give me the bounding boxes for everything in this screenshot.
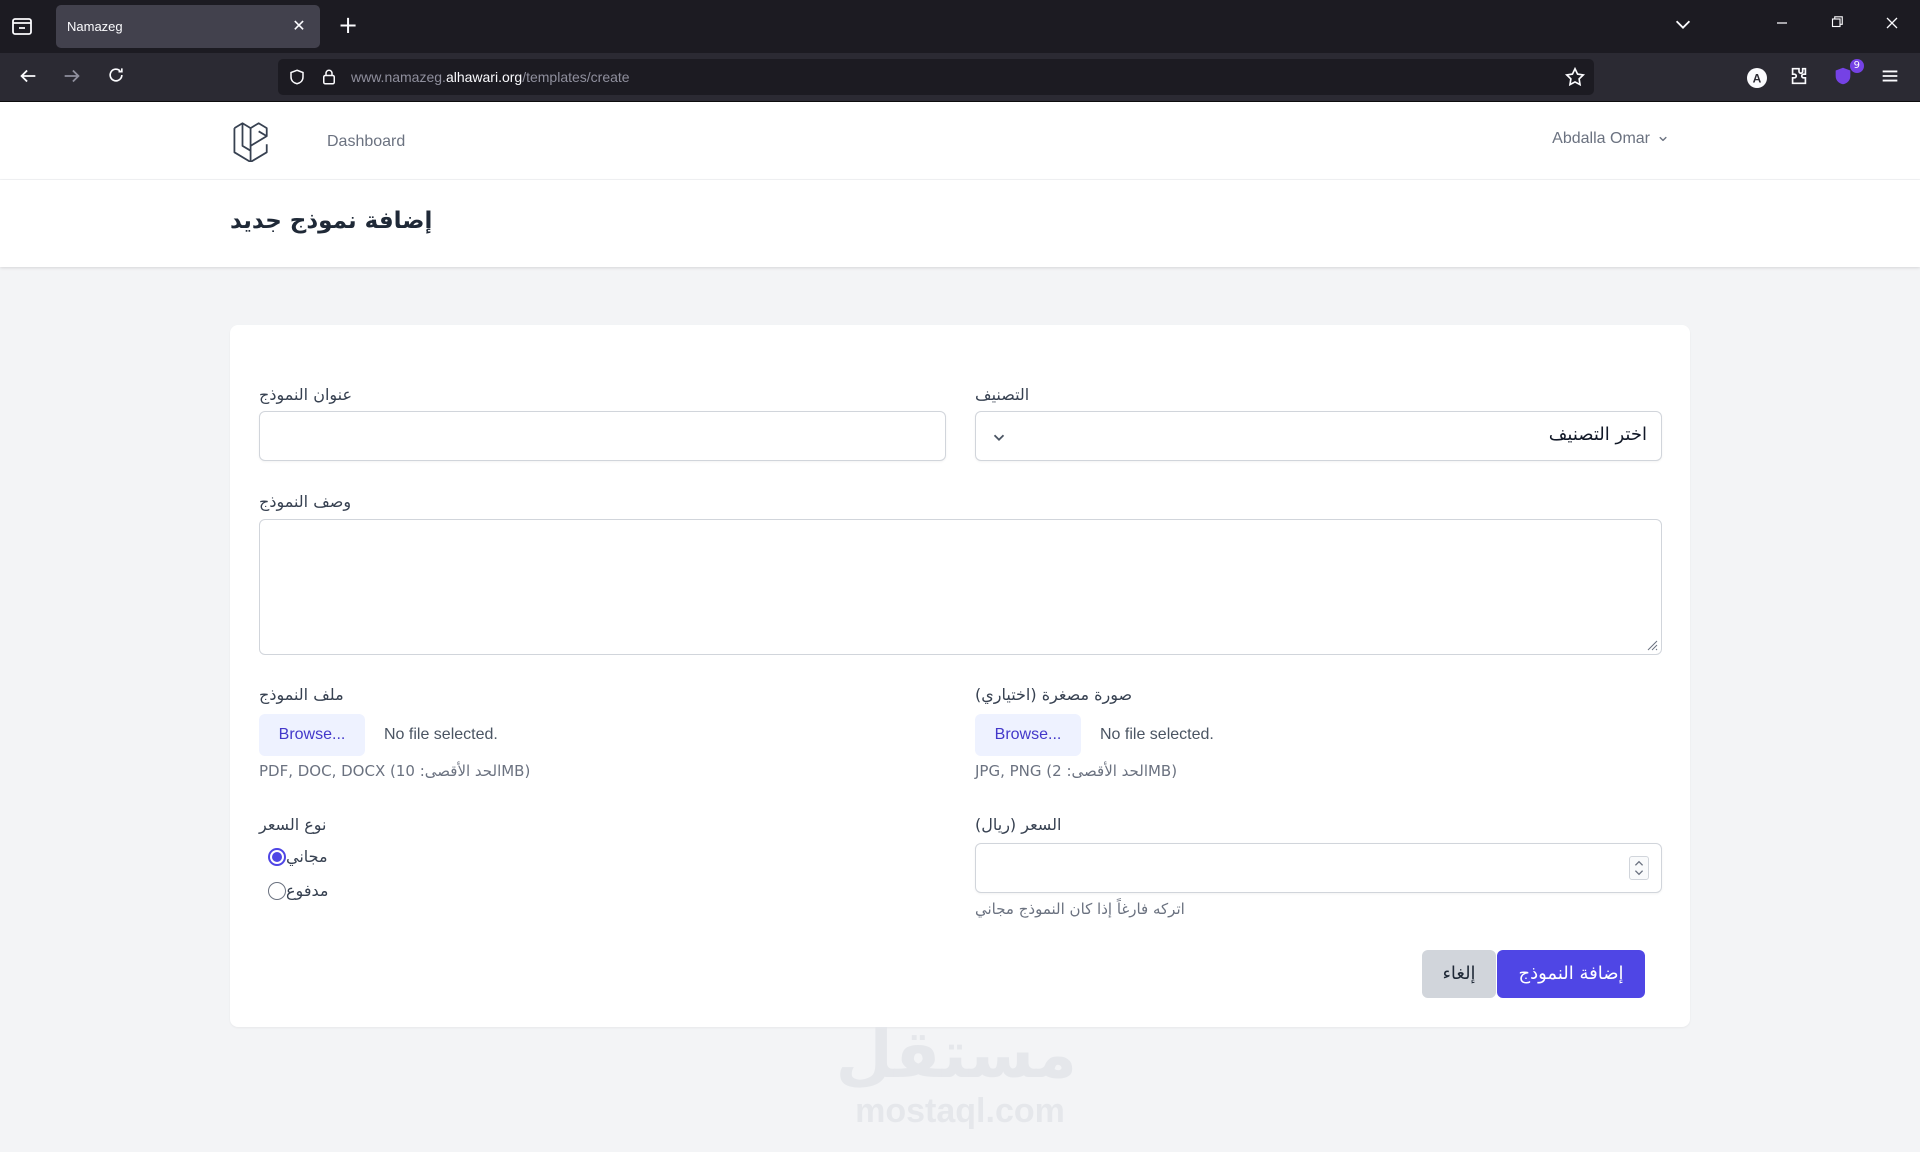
watermark-latin: mostaql.com xyxy=(855,1092,1065,1130)
title-input[interactable] xyxy=(259,411,946,461)
account-icon[interactable]: A xyxy=(1744,65,1770,91)
nav-link-dashboard[interactable]: Dashboard xyxy=(327,133,405,151)
shield-icon[interactable] xyxy=(288,68,306,86)
price-label: السعر (ريال) xyxy=(975,815,1062,834)
browser-tab[interactable]: Namazeg ✕ xyxy=(56,5,320,48)
account-icon-letter: A xyxy=(1753,72,1762,86)
page-header: إضافة نموذج جديد xyxy=(0,180,1920,267)
close-icon[interactable]: ✕ xyxy=(288,15,310,37)
category-label: التصنيف xyxy=(975,385,1030,404)
thumbnail-hint: JPG, PNG (2 :الحد الأقصىMB) xyxy=(975,762,1178,780)
category-select[interactable]: اختر التصنيف xyxy=(975,411,1662,461)
file-label: ملف النموذج xyxy=(259,685,344,704)
lock-icon[interactable] xyxy=(320,68,338,86)
price-option-free[interactable]: مجاني xyxy=(268,847,328,866)
radio-paid[interactable] xyxy=(268,881,286,900)
category-selected-value: اختر التصنيف xyxy=(1548,424,1647,445)
app-navbar: Dashboard Abdalla Omar xyxy=(0,102,1920,180)
extension-badge: 9 xyxy=(1849,59,1864,73)
resize-handle-icon[interactable] xyxy=(1646,639,1658,651)
url-path: /templates/create xyxy=(522,69,630,85)
file-browse-button[interactable]: Browse... xyxy=(259,714,365,756)
restore-icon[interactable] xyxy=(1824,13,1850,39)
user-menu[interactable]: Abdalla Omar xyxy=(1552,130,1670,148)
url-text[interactable]: www.namazeg.alhawari.org/templates/creat… xyxy=(351,69,630,85)
price-input[interactable] xyxy=(975,843,1662,893)
browser-tab-bar: Namazeg ✕ + xyxy=(0,0,1920,53)
window-close-icon[interactable] xyxy=(1879,13,1905,39)
hamburger-icon[interactable] xyxy=(1879,65,1905,91)
price-hint: اتركه فارغاً إذا كان النموذج مجاني xyxy=(975,900,1185,918)
chevron-down-icon xyxy=(1659,136,1667,142)
chevron-down-icon xyxy=(993,434,1005,441)
arrow-right-icon[interactable] xyxy=(59,65,85,91)
radio-free[interactable] xyxy=(268,847,286,866)
url-bar[interactable]: www.namazeg.alhawari.org/templates/creat… xyxy=(278,59,1594,95)
number-spinner-icon[interactable] xyxy=(1629,856,1649,880)
thumbnail-browse-button[interactable]: Browse... xyxy=(975,714,1081,756)
thumbnail-status: No file selected. xyxy=(1100,726,1214,743)
title-label: عنوان النموذج xyxy=(259,385,353,404)
extension-shield-icon[interactable]: 9 xyxy=(1832,59,1864,91)
star-icon[interactable] xyxy=(1564,66,1586,88)
laravel-logo-icon[interactable] xyxy=(232,120,274,163)
cancel-button[interactable]: إلغاء xyxy=(1422,950,1496,998)
tab-title: Namazeg xyxy=(67,19,123,34)
browser-nav-bar: www.namazeg.alhawari.org/templates/creat… xyxy=(0,53,1920,102)
form-card: عنوان النموذج التصنيف اختر التصنيف وصف ا… xyxy=(230,325,1690,1027)
description-label: وصف النموذج xyxy=(259,492,352,511)
watermark-arabic: مستقل xyxy=(835,1016,1077,1093)
submit-button[interactable]: إضافة النموذج xyxy=(1497,950,1645,998)
user-name: Abdalla Omar xyxy=(1552,130,1650,147)
file-hint: PDF, DOC, DOCX (10 :الحد الأقصىMB) xyxy=(259,762,531,780)
plus-icon[interactable]: + xyxy=(335,13,361,39)
tab-list-icon[interactable] xyxy=(10,14,36,38)
minimize-icon[interactable] xyxy=(1769,13,1795,39)
puzzle-icon[interactable] xyxy=(1788,65,1814,91)
price-option-paid[interactable]: مدفوع xyxy=(268,881,328,900)
page-title: إضافة نموذج جديد xyxy=(230,208,433,234)
url-prefix: www.namazeg. xyxy=(351,69,446,85)
price-type-label: نوع السعر xyxy=(259,815,327,834)
file-status: No file selected. xyxy=(384,726,498,743)
thumbnail-label: صورة مصغرة (اختياري) xyxy=(975,685,1133,704)
watermark: مستقل mostaql.com xyxy=(835,1016,1077,1132)
arrow-left-icon[interactable] xyxy=(15,65,41,91)
description-textarea[interactable] xyxy=(259,519,1662,655)
reload-icon[interactable] xyxy=(103,65,129,91)
price-option-paid-label: مدفوع xyxy=(286,881,329,900)
chevron-down-icon[interactable] xyxy=(1670,13,1696,39)
url-host: alhawari.org xyxy=(445,69,523,85)
price-option-free-label: مجاني xyxy=(286,847,328,866)
